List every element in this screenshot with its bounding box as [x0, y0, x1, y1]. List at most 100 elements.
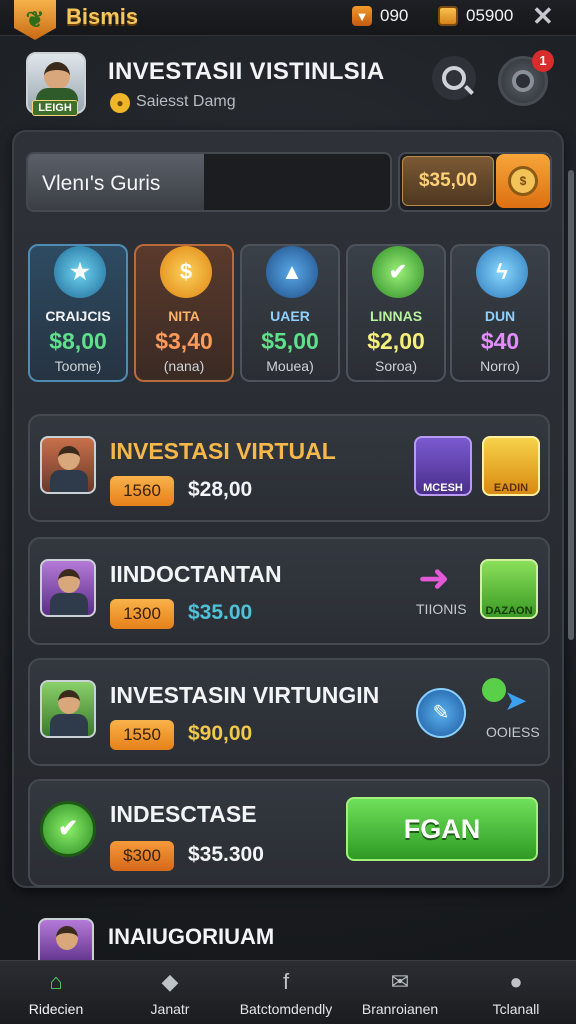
- invest-button[interactable]: FGAN: [346, 797, 538, 861]
- stat-subtitle: Soroa): [374, 358, 418, 374]
- home-icon: ⌂: [49, 969, 63, 994]
- check-icon: ✔: [372, 246, 424, 298]
- stat-card[interactable]: ▲ UAER $5,00 Mouea): [240, 244, 340, 382]
- portrait-face: [58, 569, 80, 593]
- nav-label: Tclanall: [492, 1001, 540, 1017]
- notification-badge: 1: [532, 50, 554, 72]
- app-name: Bismis: [66, 4, 139, 29]
- portrait-suit: [50, 470, 88, 492]
- page-title: INVESTASII VISTINLSIA: [108, 58, 385, 85]
- stat-value: $40: [480, 328, 520, 354]
- close-button[interactable]: ✕: [532, 1, 554, 32]
- coin-icon: $: [160, 246, 212, 298]
- portrait-face: [58, 690, 80, 714]
- portrait-face: [56, 926, 78, 950]
- investment-quantity-badge[interactable]: $300: [110, 841, 174, 871]
- search-button[interactable]: [432, 56, 476, 100]
- investment-quantity-badge[interactable]: 1300: [110, 599, 174, 629]
- investment-price: $35.00: [188, 601, 253, 624]
- action-caption: TIIONIS: [416, 601, 467, 617]
- stat-subtitle: Norro): [480, 358, 520, 374]
- portrait-suit: [50, 593, 88, 615]
- investor-portrait: [40, 680, 96, 738]
- lightning-icon: ϟ: [476, 246, 528, 298]
- app-logo-icon: ❦: [14, 0, 56, 40]
- stat-name: CRAIJCIS: [45, 308, 111, 324]
- investment-row[interactable]: INVESTASI VIRTUAL 1560 $28,00 MCESH EADI…: [28, 414, 550, 522]
- stat-subtitle: Toome): [54, 358, 102, 374]
- stat-name: LINNAS: [369, 308, 423, 324]
- investor-portrait: [40, 559, 96, 617]
- nav-label: Ridecien: [28, 1001, 84, 1017]
- mail-icon: ✉: [390, 969, 410, 994]
- star-icon: ★: [54, 246, 106, 298]
- stat-subtitle: Mouea): [266, 358, 314, 374]
- tag-icon: ◆: [161, 969, 179, 994]
- stat-value: $5,00: [261, 328, 319, 354]
- resource-counter-energy[interactable]: ▼ 090: [352, 6, 408, 26]
- nav-item-mail[interactable]: ✉ Branroianen: [344, 961, 456, 1024]
- nav-label: Janatr: [150, 1001, 190, 1017]
- investment-quantity-badge[interactable]: 1550: [110, 720, 174, 750]
- bottom-navigation: ⌂ Ridecien ◆ Janatr f Batctomdendly ✉ Br…: [0, 960, 576, 1024]
- investment-price: $28,00: [188, 478, 253, 501]
- status-bar: ❦ Bismis ▼ 090 05900 ✕: [0, 0, 576, 40]
- nav-item-social[interactable]: f Batctomdendly: [228, 961, 344, 1024]
- facebook-icon: f: [282, 969, 290, 994]
- nav-item-tag[interactable]: ◆ Janatr: [112, 961, 228, 1024]
- nav-item-profile[interactable]: ● Tclanall: [456, 961, 576, 1024]
- stat-name: UAER: [270, 308, 310, 324]
- stat-value: $3,40: [155, 328, 213, 354]
- nav-item-home[interactable]: ⌂ Ridecien: [0, 961, 112, 1024]
- resource-counter-gold[interactable]: 05900: [438, 6, 513, 26]
- coin-icon: $: [508, 166, 538, 196]
- investment-title: IINDOCTANTAN: [110, 561, 282, 587]
- stat-card[interactable]: ✔ LINNAS $2,00 Soroa): [346, 244, 446, 382]
- player-name: Vlenı's Guris: [42, 172, 161, 195]
- add-funds-button[interactable]: $: [496, 154, 550, 208]
- dazaon-tile[interactable]: DAZAON: [480, 559, 538, 619]
- stat-value: $2,00: [367, 328, 425, 354]
- stat-value: $8,00: [49, 328, 107, 354]
- investment-row[interactable]: IINDOCTANTAN 1300 $35.00 ➜ TIIONIS DAZAO…: [28, 537, 550, 645]
- checkmark-icon: ✔: [40, 801, 96, 857]
- eadin-tile[interactable]: EADIN: [482, 436, 540, 496]
- nav-label: Branroianen: [361, 1001, 439, 1017]
- portrait-suit: [50, 714, 88, 736]
- player-name-field[interactable]: Vlenı's Guris: [26, 152, 392, 212]
- stat-name: NITA: [168, 308, 200, 324]
- action-caption: OOIESS: [486, 724, 540, 740]
- investment-row[interactable]: INVESTASIN VIRTUNGIN 1550 $90,00 ✎ ➤ OOI…: [28, 658, 550, 766]
- arrow-icon[interactable]: ➜: [418, 559, 462, 599]
- stat-card[interactable]: ϟ DUN $40 Norro): [450, 244, 550, 382]
- portrait-face: [58, 446, 80, 470]
- resource-value: 05900: [466, 6, 514, 25]
- gold-bar-icon: [438, 6, 458, 26]
- balance-value: $35,00: [402, 156, 494, 206]
- location-label: Saiesst Damg: [136, 93, 236, 110]
- share-icon[interactable]: ➤: [504, 684, 527, 717]
- basket-icon: ▼: [352, 6, 372, 26]
- gear-icon: [512, 70, 534, 92]
- building-icon: ▲: [266, 246, 318, 298]
- investment-price: $90,00: [188, 722, 253, 745]
- stat-card[interactable]: $ NITA $3,40 (nana): [134, 244, 234, 382]
- investment-price: $35.300: [188, 843, 264, 866]
- stat-name: DUN: [484, 308, 516, 324]
- mcesh-tile[interactable]: MCESH: [414, 436, 472, 496]
- avatar-face: [44, 62, 70, 90]
- resource-value: 090: [380, 6, 409, 25]
- nav-label: Batctomdendly: [239, 1001, 333, 1017]
- scrollbar[interactable]: [568, 170, 574, 640]
- investment-title: INVESTASIN VIRTUNGIN: [110, 682, 380, 708]
- stat-subtitle: (nana): [163, 358, 205, 374]
- user-icon: ●: [509, 969, 523, 994]
- investment-quantity-badge[interactable]: 1560: [110, 476, 174, 506]
- investment-title: INDESCTASE: [110, 801, 257, 827]
- chat-icon[interactable]: ✎: [416, 688, 466, 738]
- stat-card[interactable]: ★ CRAIJCIS $8,00 Toome): [28, 244, 128, 382]
- search-icon: [442, 66, 466, 90]
- investment-title: INAIUGORIUAM: [108, 924, 275, 949]
- location-pin-icon: ●: [110, 93, 130, 113]
- map-pin-icon: [482, 678, 506, 702]
